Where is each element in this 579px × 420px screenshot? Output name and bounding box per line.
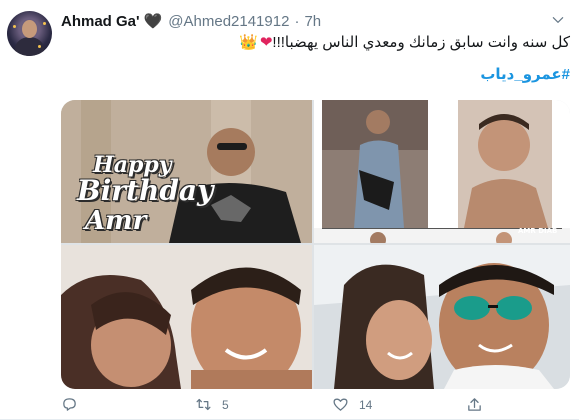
like-button[interactable]: 14 — [332, 396, 372, 413]
photo-collage-image — [314, 100, 570, 243]
reply-button[interactable] — [61, 396, 88, 413]
display-name[interactable]: Ahmad Ga' — [61, 13, 140, 30]
tweet-body: كل سنه وانت سابق زمانك ومعدي الناس يهضبا… — [272, 34, 570, 51]
share-button[interactable] — [466, 396, 493, 413]
timestamp[interactable]: 7h — [304, 13, 321, 30]
tweet-text: كل سنه وانت سابق زمانك ومعدي الناس يهضبا… — [70, 33, 570, 53]
like-icon — [333, 398, 348, 411]
tweet-header: Ahmad Ga' 🖤 @Ahmed2141912 · 7h — [61, 13, 321, 30]
tweet[interactable]: Ahmad Ga' 🖤 @Ahmed2141912 · 7h كل سنه وا… — [0, 0, 579, 420]
retweet-button[interactable]: 5 — [195, 396, 229, 413]
avatar-face — [22, 20, 37, 38]
user-handle[interactable]: @Ahmed2141912 — [168, 13, 289, 30]
media-grid: Happy Birthday Amr AMR DIAB — [61, 100, 570, 389]
red-heart-emoji: ❤ — [259, 34, 273, 51]
action-bar: 5 14 — [61, 396, 481, 416]
avatar-sparkle — [13, 25, 16, 28]
hashtag-link[interactable]: #عمرو_دياب — [480, 66, 570, 83]
photo-couple-2-image — [314, 245, 570, 389]
watermark-text: AMR DIAB — [518, 227, 558, 235]
overlay-birthday: Birthday — [77, 174, 214, 207]
photo-couple-2[interactable] — [314, 245, 570, 389]
black-heart-emoji: 🖤 — [143, 13, 163, 30]
crown-emoji: 👑 — [239, 34, 258, 51]
avatar[interactable] — [7, 11, 52, 56]
retweet-count: 5 — [222, 397, 229, 412]
photo-couple-1-image — [61, 245, 312, 389]
retweet-icon — [196, 398, 211, 411]
reply-icon — [63, 398, 76, 411]
photo-birthday[interactable]: Happy Birthday Amr — [61, 100, 312, 243]
caret-down-icon[interactable] — [551, 13, 565, 27]
photo-couple-1[interactable] — [61, 245, 312, 389]
separator-dot: · — [294, 13, 300, 30]
hashtag-line: #عمرو_دياب — [480, 65, 570, 83]
photo-collage[interactable]: AMR DIAB — [314, 100, 570, 243]
overlay-happy: Happy — [93, 152, 172, 178]
avatar-sparkle — [43, 22, 46, 25]
avatar-sparkle — [38, 45, 41, 48]
like-count: 14 — [359, 397, 373, 412]
share-icon — [468, 398, 481, 411]
overlay-amr: Amr — [85, 206, 147, 236]
